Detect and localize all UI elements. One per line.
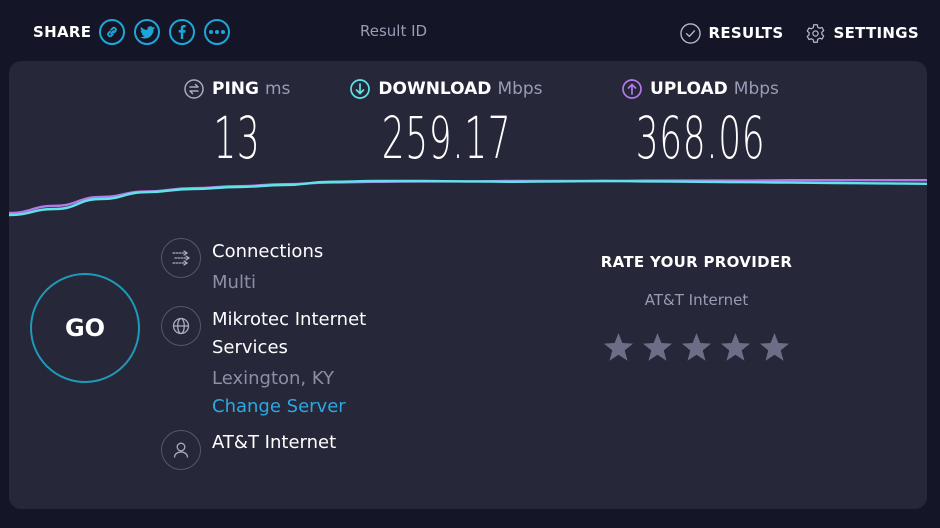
ping-unit: ms — [264, 79, 291, 99]
result-id-label[interactable]: Result ID — [360, 22, 427, 40]
more-icon — [209, 30, 226, 34]
star-icon[interactable] — [758, 332, 791, 363]
upload-label: UPLOAD — [650, 79, 728, 99]
connections-icon — [161, 238, 201, 278]
share-facebook-button[interactable] — [169, 19, 196, 45]
server-name-line1: Mikrotec Internet — [212, 309, 367, 330]
star-icon[interactable] — [602, 332, 635, 363]
link-icon — [107, 26, 118, 38]
share-link-button[interactable] — [99, 19, 126, 45]
rate-provider-title: RATE YOUR PROVIDER — [600, 253, 793, 271]
ping-label: PING — [212, 79, 259, 99]
star-rating — [599, 332, 794, 363]
connections-value: Multi — [212, 272, 256, 293]
ping-metric: PING ms 13 — [184, 77, 290, 167]
top-bar: SHARE Result ID RESULTS SETTINGS — [0, 0, 940, 62]
ping-icon — [184, 79, 204, 99]
download-unit: Mbps — [497, 79, 543, 99]
results-button[interactable]: RESULTS — [680, 22, 784, 44]
facebook-icon — [178, 25, 186, 39]
rate-provider-name: AT&T Internet — [644, 291, 749, 309]
server-info: Mikrotec Internet Services Lexington, KY… — [161, 306, 366, 421]
upload-unit: Mbps — [733, 79, 779, 99]
share-label: SHARE — [33, 23, 92, 41]
isp-info: AT&T Internet — [161, 430, 336, 470]
ping-header: PING ms — [184, 77, 290, 101]
server-location: Lexington, KY — [212, 368, 335, 389]
upload-header: UPLOAD Mbps — [622, 77, 779, 101]
change-server-link[interactable]: Change Server — [212, 393, 366, 421]
upload-graph-line — [9, 179, 927, 215]
globe-icon — [161, 306, 201, 346]
share-more-button[interactable] — [204, 19, 231, 45]
settings-label: SETTINGS — [833, 24, 919, 42]
gear-icon — [807, 23, 825, 43]
download-metric: DOWNLOAD Mbps 259.17 — [342, 77, 551, 167]
download-label: DOWNLOAD — [378, 79, 492, 99]
rate-provider-section: RATE YOUR PROVIDER AT&T Internet — [584, 253, 809, 363]
top-nav: RESULTS SETTINGS — [658, 20, 919, 46]
results-label: RESULTS — [708, 24, 784, 42]
upload-arrow-icon — [622, 79, 642, 99]
twitter-icon — [139, 25, 155, 38]
speed-graph — [9, 179, 927, 217]
star-icon[interactable] — [641, 332, 674, 363]
share-twitter-button[interactable] — [134, 19, 161, 45]
results-panel: PING ms 13 DOWNLOAD Mbps 259.17 UPLOAD M… — [9, 61, 927, 509]
upload-metric: UPLOAD Mbps 368.06 — [596, 77, 805, 167]
star-icon[interactable] — [680, 332, 713, 363]
download-value: 259.17 — [381, 104, 512, 172]
connections-info: Connections Multi — [161, 238, 323, 297]
share-group: SHARE — [33, 18, 239, 46]
download-graph-line — [9, 179, 927, 217]
check-circle-icon — [680, 22, 702, 44]
server-name-line2: Services — [212, 337, 288, 358]
upload-value: 368.06 — [635, 104, 766, 172]
download-header: DOWNLOAD Mbps — [350, 77, 543, 101]
settings-button[interactable]: SETTINGS — [805, 23, 919, 44]
isp-name: AT&T Internet — [212, 432, 337, 453]
star-icon[interactable] — [719, 332, 752, 363]
user-icon — [161, 430, 201, 470]
download-arrow-icon — [350, 79, 371, 99]
ping-value: 13 — [213, 104, 261, 172]
go-button[interactable]: GO — [30, 273, 140, 383]
connections-label: Connections — [212, 241, 324, 262]
